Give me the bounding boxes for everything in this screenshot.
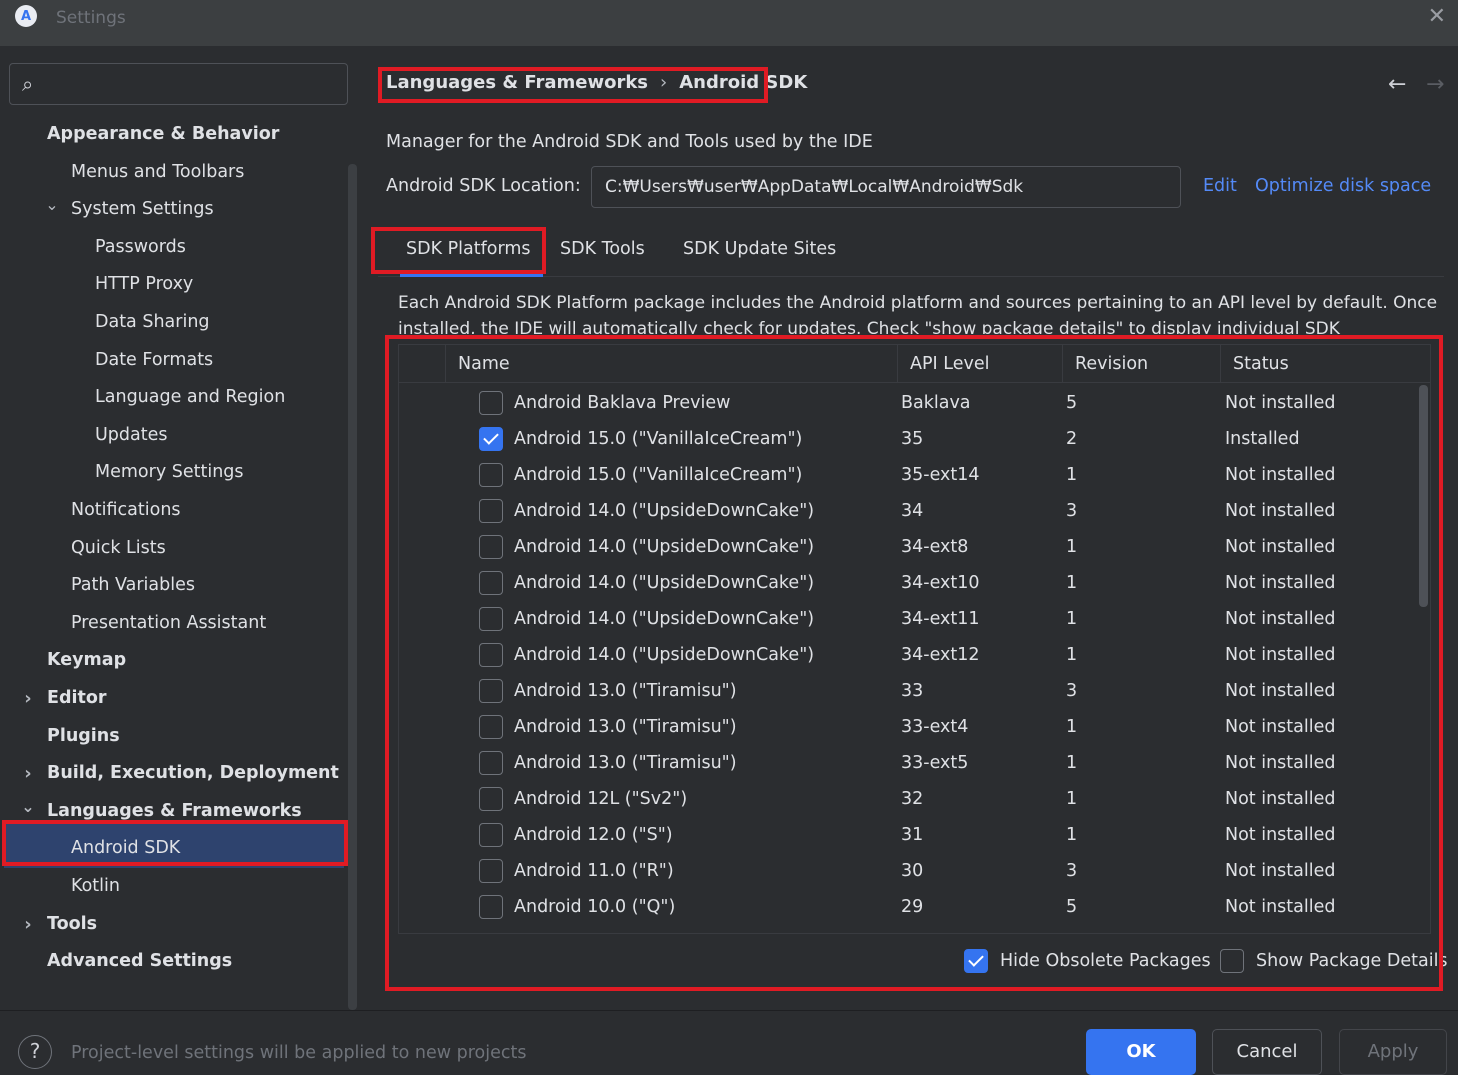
sidebar-item-label: Kotlin xyxy=(71,876,120,896)
sidebar-item-label: HTTP Proxy xyxy=(95,274,194,294)
platform-info-text: Each Android SDK Platform package includ… xyxy=(398,293,1438,334)
sidebar-item-label: Appearance & Behavior xyxy=(47,124,280,144)
annotation-outline-breadcrumb xyxy=(378,67,768,103)
annotation-outline-table xyxy=(385,335,1443,991)
title-bar: A Settings ✕ xyxy=(0,0,1458,46)
close-icon[interactable]: ✕ xyxy=(1428,4,1446,29)
sidebar-item-memory-settings[interactable]: Memory Settings xyxy=(0,454,346,491)
optimize-disk-space-link[interactable]: Optimize disk space xyxy=(1255,176,1431,196)
sidebar-item-plugins[interactable]: Plugins xyxy=(0,718,346,755)
sidebar-item-label: Date Formats xyxy=(95,350,214,370)
sidebar-item-build-execution-deployment[interactable]: › Build, Execution, Deployment xyxy=(0,755,346,792)
sidebar-item-label: Keymap xyxy=(47,650,127,670)
sidebar-item-date-formats[interactable]: Date Formats xyxy=(0,342,346,379)
sidebar-item-http-proxy[interactable]: HTTP Proxy xyxy=(0,266,346,303)
sidebar-item-label: Plugins xyxy=(47,726,120,746)
active-tab-indicator xyxy=(400,274,543,277)
back-arrow-icon[interactable]: ← xyxy=(1388,72,1406,97)
sdk-location-label: Android SDK Location: xyxy=(386,176,581,196)
chevron-down-icon[interactable]: ⌄ xyxy=(45,186,59,223)
sidebar-item-label: Memory Settings xyxy=(95,462,244,482)
sidebar-item-kotlin[interactable]: Kotlin xyxy=(0,868,346,905)
annotation-outline-android-sdk xyxy=(2,820,348,866)
search-icon: ⌕ xyxy=(22,72,34,96)
sidebar-item-label: Language and Region xyxy=(95,387,286,407)
tab-sdk-update-sites[interactable]: SDK Update Sites xyxy=(683,239,836,259)
edit-link[interactable]: Edit xyxy=(1203,176,1237,196)
ok-button[interactable]: OK xyxy=(1086,1029,1196,1075)
sidebar-item-appearance-behavior[interactable]: Appearance & Behavior xyxy=(0,116,346,153)
forward-arrow-icon[interactable]: → xyxy=(1426,72,1444,97)
sidebar-item-passwords[interactable]: Passwords xyxy=(0,229,346,266)
sidebar-item-data-sharing[interactable]: Data Sharing xyxy=(0,304,346,341)
sidebar-item-label: Tools xyxy=(47,914,98,934)
sidebar-item-label: Quick Lists xyxy=(71,538,166,558)
page-description: Manager for the Android SDK and Tools us… xyxy=(386,132,873,152)
sidebar-item-label: Passwords xyxy=(95,237,186,257)
sidebar-item-path-variables[interactable]: Path Variables xyxy=(0,567,346,604)
search-input[interactable] xyxy=(54,72,339,98)
footer-note: Project-level settings will be applied t… xyxy=(71,1043,527,1063)
window-title: Settings xyxy=(56,8,126,28)
footer-divider xyxy=(0,1010,1458,1011)
sidebar-item-tools[interactable]: › Tools xyxy=(0,906,346,943)
sidebar-item-label: Presentation Assistant xyxy=(71,613,267,633)
chevron-right-icon[interactable]: › xyxy=(21,906,35,943)
annotation-outline-sdk-platforms-tab xyxy=(371,227,546,274)
sidebar-item-label: Updates xyxy=(95,425,168,445)
sidebar-item-label: Build, Execution, Deployment xyxy=(47,763,339,783)
sidebar-item-label: Data Sharing xyxy=(95,312,210,332)
sidebar-scrollbar[interactable] xyxy=(348,164,357,1010)
sidebar-item-label: Path Variables xyxy=(71,575,195,595)
sidebar-item-label: Menus and Toolbars xyxy=(71,162,245,182)
sidebar-item-updates[interactable]: Updates xyxy=(0,417,346,454)
sidebar-item-label: Editor xyxy=(47,688,107,708)
sidebar-item-advanced-settings[interactable]: Advanced Settings xyxy=(0,943,346,980)
chevron-right-icon[interactable]: › xyxy=(21,680,35,717)
sidebar-item-editor[interactable]: › Editor xyxy=(0,680,346,717)
sdk-location-field[interactable]: C:₩Users₩user₩AppData₩Local₩Android₩Sdk xyxy=(591,166,1181,208)
sidebar-item-notifications[interactable]: Notifications xyxy=(0,492,346,529)
android-studio-logo-icon: A xyxy=(15,5,37,27)
sidebar-item-label: Advanced Settings xyxy=(47,951,233,971)
sidebar-item-label: System Settings xyxy=(71,199,214,219)
sidebar-item-keymap[interactable]: Keymap xyxy=(0,642,346,679)
apply-button[interactable]: Apply xyxy=(1339,1029,1447,1075)
settings-sidebar: ⌕ Appearance & Behavior Menus and Toolbar… xyxy=(0,46,360,1010)
help-icon[interactable]: ? xyxy=(18,1035,52,1069)
content-pane: Languages & Frameworks › Android SDK ← → M… xyxy=(360,46,1458,1010)
sidebar-item-language-and-region[interactable]: Language and Region xyxy=(0,379,346,416)
sidebar-item-quick-lists[interactable]: Quick Lists xyxy=(0,530,346,567)
chevron-right-icon[interactable]: › xyxy=(21,755,35,792)
settings-search[interactable]: ⌕ xyxy=(9,63,348,105)
cancel-button[interactable]: Cancel xyxy=(1212,1029,1322,1075)
sidebar-item-system-settings[interactable]: ⌄ System Settings xyxy=(0,191,346,228)
sidebar-item-presentation-assistant[interactable]: Presentation Assistant xyxy=(0,605,346,642)
tab-sdk-tools[interactable]: SDK Tools xyxy=(560,239,645,259)
sidebar-item-label: Notifications xyxy=(71,500,181,520)
